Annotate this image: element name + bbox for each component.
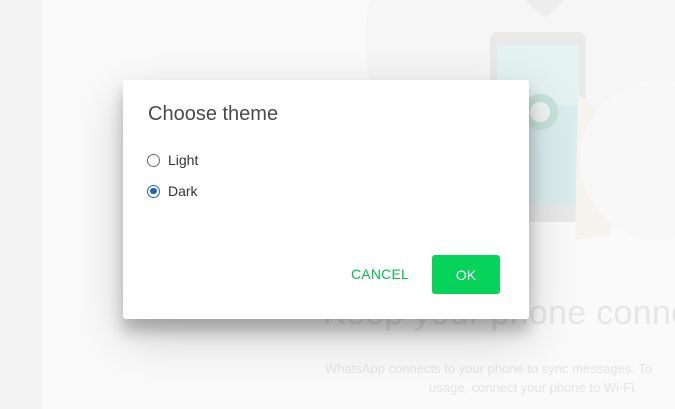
radio-dark[interactable] — [147, 184, 160, 198]
ok-button[interactable]: OK — [432, 255, 500, 294]
theme-option-light[interactable]: Light — [147, 150, 198, 170]
app-screen: Keep your phone conne WhatsApp connects … — [0, 0, 675, 409]
theme-option-label: Light — [168, 152, 199, 168]
theme-option-dark[interactable]: Dark — [147, 181, 198, 201]
dialog-title: Choose theme — [148, 103, 279, 125]
radio-light[interactable] — [147, 153, 160, 167]
choose-theme-dialog: Choose theme Light Dark CANCEL OK — [123, 80, 529, 319]
cancel-button[interactable]: CANCEL — [341, 254, 419, 294]
theme-option-label: Dark — [168, 183, 198, 199]
